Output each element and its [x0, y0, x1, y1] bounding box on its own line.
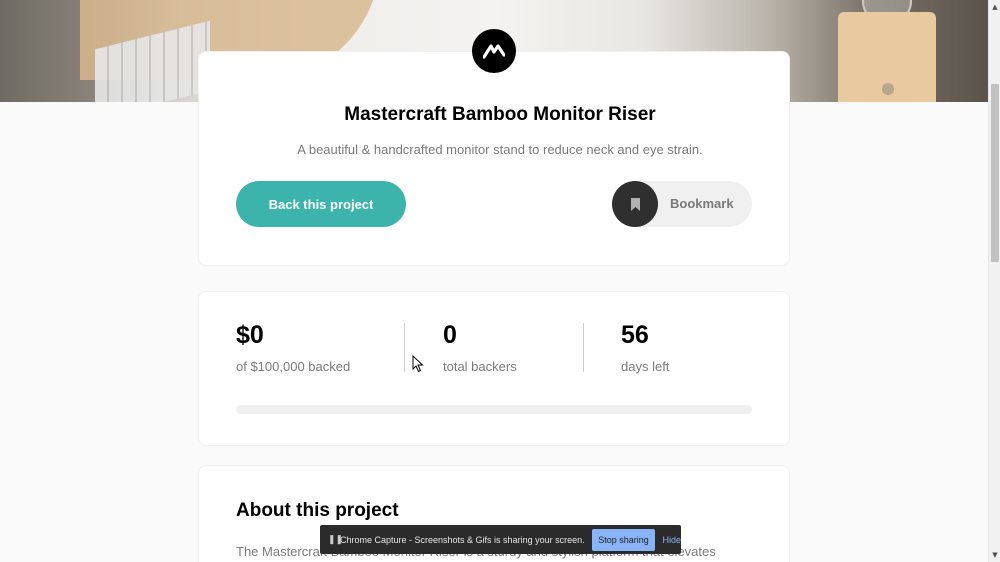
- screen-share-bar: ❚❚ Chrome Capture - Screenshots & Gifs i…: [320, 525, 681, 554]
- pause-icon[interactable]: ❚❚: [328, 534, 343, 545]
- page-scrollbar[interactable]: ▲ ▼: [988, 0, 1000, 562]
- bookmark-icon: [612, 181, 658, 227]
- total-backers-label: total backers: [443, 359, 517, 374]
- logo-mark-svg: [483, 44, 505, 59]
- scroll-up-icon[interactable]: ▲: [989, 0, 1000, 14]
- days-left-label: days left: [621, 359, 670, 374]
- funding-progress-bar: [236, 405, 752, 414]
- bookmark-label: Bookmark: [670, 196, 734, 211]
- mouse-cursor-icon: [412, 355, 424, 373]
- days-left-value: 56: [621, 321, 649, 349]
- scroll-down-icon[interactable]: ▼: [989, 548, 1000, 562]
- total-backers-value: 0: [443, 321, 457, 349]
- backed-label: of $100,000 backed: [236, 359, 351, 374]
- bookmark-button[interactable]: Bookmark: [612, 181, 752, 227]
- hide-button[interactable]: Hide: [662, 535, 681, 545]
- back-project-button[interactable]: Back this project: [236, 181, 406, 227]
- stats-divider: [583, 323, 584, 372]
- mastercraft-logo-icon: [472, 29, 516, 73]
- project-description: A beautiful & handcrafted monitor stand …: [297, 142, 703, 157]
- stop-sharing-button[interactable]: Stop sharing: [591, 528, 656, 551]
- project-title: Mastercraft Bamboo Monitor Riser: [344, 104, 656, 125]
- stats-divider: [404, 323, 405, 372]
- about-title: About this project: [236, 500, 399, 521]
- screen-share-message: Chrome Capture - Screenshots & Gifs is s…: [340, 534, 585, 545]
- hero-lamp-knob: [882, 83, 894, 95]
- bookmark-icon-svg: [630, 197, 640, 211]
- backed-amount: $0: [236, 321, 264, 349]
- project-intro-card: [198, 51, 790, 266]
